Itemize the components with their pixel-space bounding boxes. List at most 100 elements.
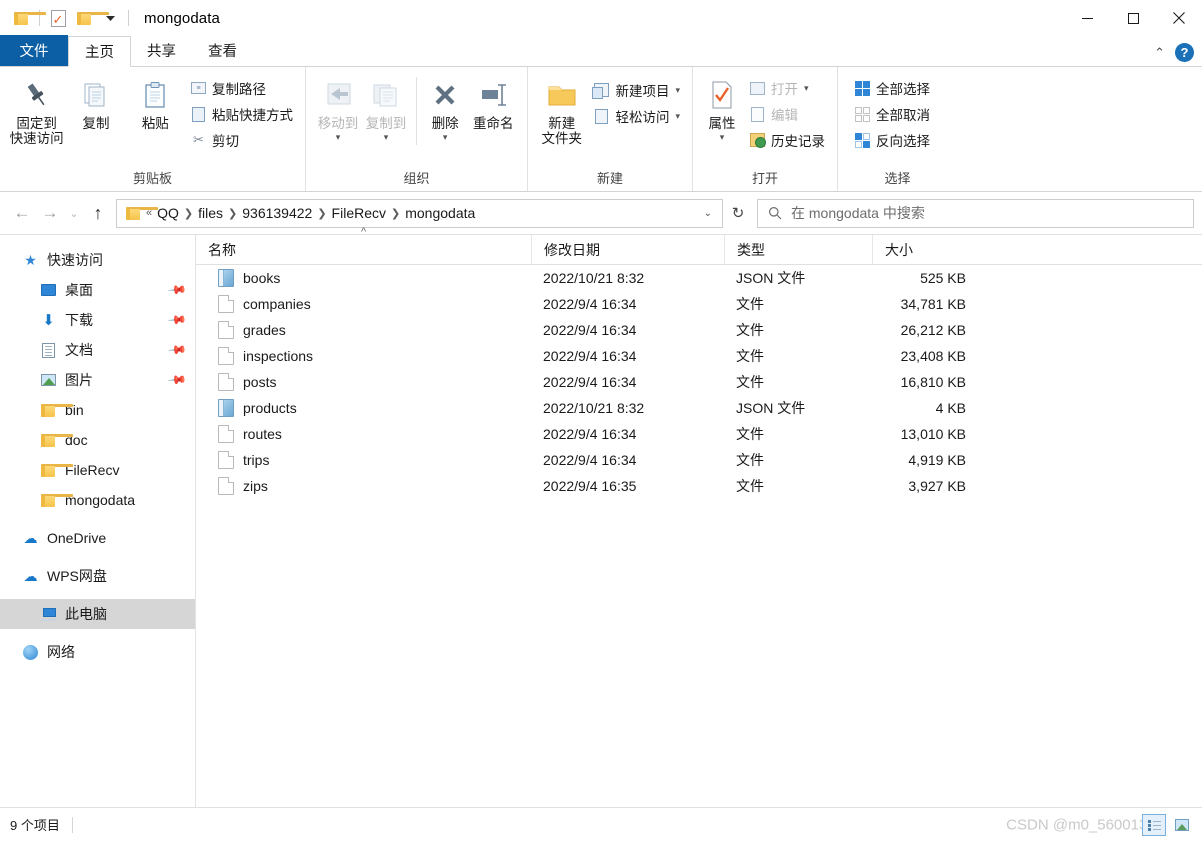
column-header-name[interactable]: 名称 ^	[196, 226, 531, 265]
move-to-button[interactable]: 移动到 ▾	[314, 73, 362, 142]
large-icons-view-button[interactable]	[1170, 814, 1194, 836]
tab-file[interactable]: 文件	[0, 35, 68, 66]
tab-view[interactable]: 查看	[192, 35, 253, 66]
rename-button[interactable]: 重命名	[467, 73, 519, 131]
breadcrumb-item-filerecv[interactable]: FileRecv	[328, 203, 390, 223]
table-row[interactable]: routes 2022/9/4 16:34 文件 13,010 KB	[196, 421, 1202, 447]
paste-shortcut-label: 粘贴快捷方式	[211, 108, 293, 123]
column-header-size[interactable]: 大小	[872, 234, 976, 265]
open-caret-icon[interactable]: ▾	[804, 83, 809, 94]
minimize-button[interactable]	[1064, 0, 1110, 36]
qat-properties-icon[interactable]: ✓	[45, 5, 71, 31]
sidebar-item-downloads[interactable]: ⬇ 下载 📌	[0, 305, 195, 335]
table-row[interactable]: grades 2022/9/4 16:34 文件 26,212 KB	[196, 317, 1202, 343]
details-view-button[interactable]	[1142, 814, 1166, 836]
edit-button[interactable]: 编辑	[745, 102, 829, 126]
help-icon[interactable]: ?	[1175, 43, 1194, 62]
sidebar-item-filerecv[interactable]: FileRecv	[0, 455, 195, 485]
column-header-date[interactable]: 修改日期	[531, 234, 724, 265]
close-button[interactable]	[1156, 0, 1202, 36]
copy-icon	[81, 77, 111, 113]
file-name-cell: routes	[196, 421, 531, 447]
new-folder-button[interactable]: 新建 文件夹	[536, 73, 587, 146]
table-row[interactable]: products 2022/10/21 8:32 JSON 文件 4 KB	[196, 395, 1202, 421]
qat-dropdown-icon[interactable]	[97, 5, 123, 31]
properties-caret-icon[interactable]: ▾	[720, 133, 725, 142]
qat-folder-icon[interactable]	[8, 5, 46, 31]
paste-shortcut-button[interactable]: 粘贴快捷方式	[186, 102, 297, 126]
sidebar-item-mongodata[interactable]: mongodata	[0, 485, 195, 515]
select-all-button[interactable]: 全部选择	[850, 76, 934, 100]
new-item-button[interactable]: 新建项目 ▾	[589, 78, 684, 102]
select-all-label: 全部选择	[876, 82, 930, 97]
tab-share[interactable]: 共享	[131, 35, 192, 66]
sidebar-item-onedrive[interactable]: ☁ OneDrive	[0, 523, 195, 553]
sidebar-item-desktop[interactable]: 桌面 📌	[0, 275, 195, 305]
ribbon-group-organize: 移动到 ▾ 复制到 ▾ 删除 ▾ 重命名 组织	[305, 67, 527, 191]
copy-to-button[interactable]: 复制到 ▾	[362, 73, 410, 142]
sidebar-item-pictures[interactable]: 图片 📌	[0, 365, 195, 395]
copy-button[interactable]: 复制	[67, 73, 124, 131]
delete-button[interactable]: 删除 ▾	[423, 73, 467, 142]
table-row[interactable]: trips 2022/9/4 16:34 文件 4,919 KB	[196, 447, 1202, 473]
table-row[interactable]: inspections 2022/9/4 16:34 文件 23,408 KB	[196, 343, 1202, 369]
table-row[interactable]: books 2022/10/21 8:32 JSON 文件 525 KB	[196, 265, 1202, 291]
refresh-button[interactable]: ↻	[723, 199, 753, 228]
new-item-icon	[592, 82, 610, 99]
properties-button[interactable]: 属性 ▾	[701, 73, 743, 142]
search-box[interactable]: 在 mongodata 中搜索	[757, 198, 1194, 228]
maximize-button[interactable]	[1110, 0, 1156, 36]
back-button[interactable]: ←	[8, 198, 36, 228]
qat-new-folder-icon[interactable]	[71, 5, 109, 31]
copy-to-caret-icon[interactable]: ▾	[384, 133, 389, 142]
select-none-button[interactable]: 全部取消	[850, 102, 934, 126]
copy-path-button[interactable]: ≡ 复制路径	[186, 76, 297, 100]
breadcrumb-item-936139422[interactable]: 936139422	[238, 203, 316, 223]
breadcrumb-bar[interactable]: « QQ ❯ files ❯ 936139422 ❯ FileRecv ❯ mo…	[116, 198, 723, 228]
json-file-icon	[218, 269, 234, 287]
ribbon-group-clipboard: 固定到 快速访问 复制 粘贴 ≡ 复制路径 粘贴快捷方式 ✂ 剪切 剪贴板	[0, 67, 305, 191]
address-dropdown-icon[interactable]: ⌄	[698, 208, 718, 219]
file-list-pane: 名称 ^ 修改日期 类型 大小 books 2022/10/21 8:32 JS…	[196, 226, 1202, 807]
sidebar-item-doc[interactable]: doc	[0, 425, 195, 455]
delete-caret-icon[interactable]: ▾	[443, 133, 448, 142]
breadcrumb-item-mongodata[interactable]: mongodata	[401, 203, 479, 223]
column-header-type[interactable]: 类型	[724, 234, 872, 265]
new-folder-icon	[545, 77, 579, 113]
easy-access-button[interactable]: 轻松访问 ▾	[589, 104, 684, 128]
sidebar-item-quick-access[interactable]: ★ 快速访问	[0, 245, 195, 275]
new-item-caret-icon[interactable]: ▾	[675, 85, 680, 96]
file-size: 23,408 KB	[900, 348, 966, 364]
sidebar-item-network[interactable]: 网络	[0, 637, 195, 667]
quick-access-toolbar: ✓	[0, 0, 134, 36]
forward-button[interactable]: →	[36, 198, 64, 228]
table-row[interactable]: zips 2022/9/4 16:35 文件 3,927 KB	[196, 473, 1202, 499]
pin-icon[interactable]: 📌	[167, 370, 187, 390]
pin-icon	[22, 77, 52, 113]
paste-button[interactable]: 粘贴	[127, 73, 184, 131]
copy-to-icon	[370, 77, 402, 113]
sidebar-item-bin[interactable]: bin	[0, 395, 195, 425]
pin-icon[interactable]: 📌	[167, 310, 187, 330]
breadcrumb-item-files[interactable]: files	[194, 203, 227, 223]
up-button[interactable]: ↑	[84, 198, 112, 228]
breadcrumb-item-qq[interactable]: QQ	[153, 203, 183, 223]
sidebar-item-this-pc[interactable]: 此电脑	[0, 599, 195, 629]
pin-icon[interactable]: 📌	[167, 280, 187, 300]
sidebar-item-wps-cloud[interactable]: ☁ WPS网盘	[0, 561, 195, 591]
tab-home[interactable]: 主页	[68, 36, 131, 67]
easy-access-caret-icon[interactable]: ▾	[675, 111, 680, 122]
open-button[interactable]: 打开 ▾	[745, 76, 829, 100]
table-row[interactable]: posts 2022/9/4 16:34 文件 16,810 KB	[196, 369, 1202, 395]
history-button[interactable]: 历史记录	[745, 128, 829, 152]
pin-to-quick-access-button[interactable]: 固定到 快速访问	[8, 73, 65, 146]
collapse-ribbon-icon[interactable]: ⌃	[1154, 45, 1165, 61]
invert-selection-button[interactable]: 反向选择	[850, 128, 934, 152]
table-row[interactable]: companies 2022/9/4 16:34 文件 34,781 KB	[196, 291, 1202, 317]
move-to-caret-icon[interactable]: ▾	[336, 133, 341, 142]
recent-locations-button[interactable]: ⌄	[64, 198, 84, 228]
sidebar-item-documents[interactable]: 文档 📌	[0, 335, 195, 365]
pin-icon[interactable]: 📌	[167, 340, 187, 360]
sidebar-item-label: 文档	[65, 342, 93, 358]
cut-button[interactable]: ✂ 剪切	[186, 128, 297, 152]
